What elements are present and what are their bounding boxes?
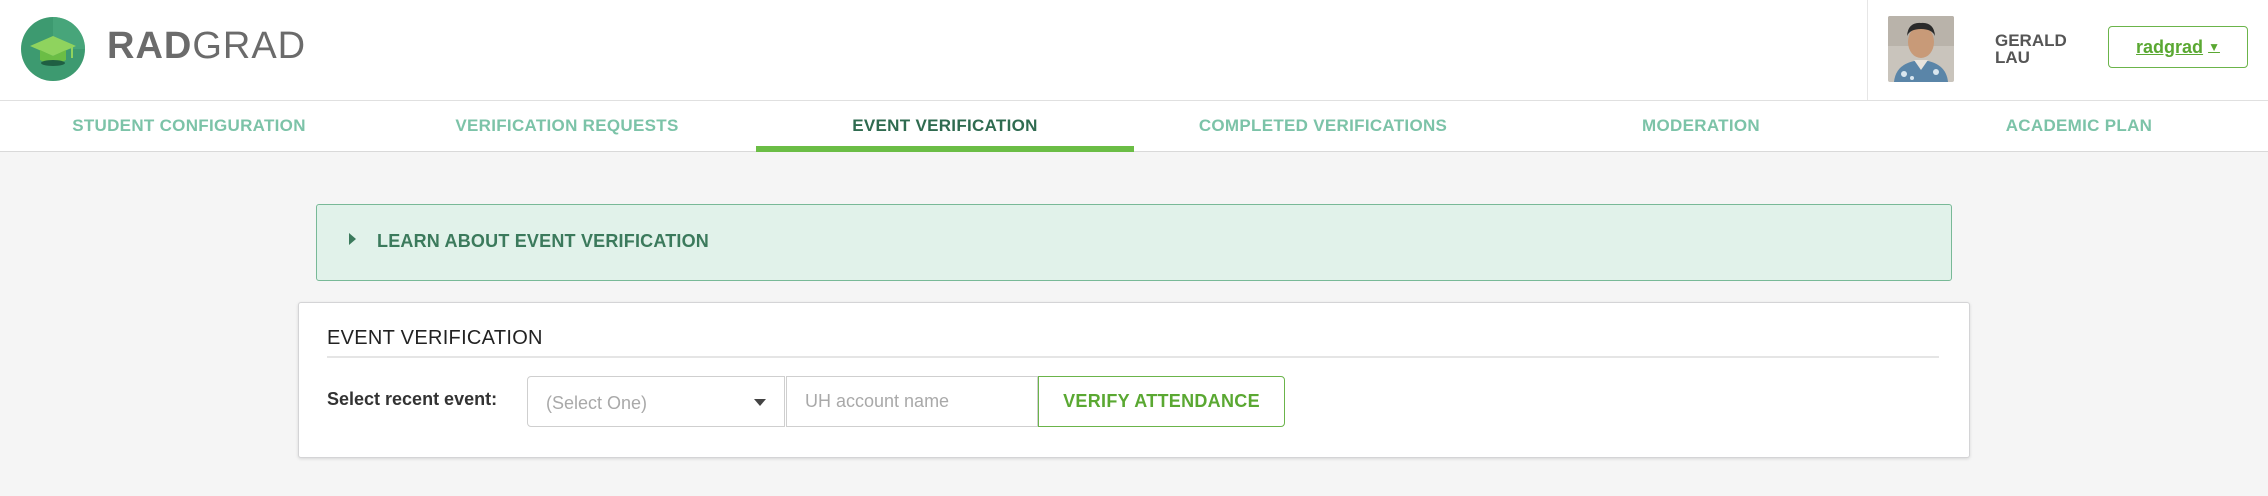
event-verification-card: EVENT VERIFICATION Select recent event: … [298, 302, 1970, 458]
tab-moderation[interactable]: MODERATION [1512, 101, 1890, 151]
main-tab-bar: STUDENT CONFIGURATION VERIFICATION REQUE… [0, 101, 2268, 152]
select-event-label: Select recent event: [327, 389, 498, 409]
learn-about-title: LEARN ABOUT EVENT VERIFICATION [377, 231, 710, 251]
user-menu-label: radgrad [2136, 36, 2204, 57]
caret-down-icon: ▼ [2208, 40, 2220, 54]
brand-name-bold: RAD [107, 25, 193, 67]
recent-event-select[interactable]: (Select One) [527, 376, 785, 427]
dropdown-arrow-icon [754, 399, 766, 406]
tab-completed-verifications[interactable]: COMPLETED VERIFICATIONS [1134, 101, 1512, 151]
header-divider [1867, 0, 1868, 100]
learn-about-accordion[interactable]: LEARN ABOUT EVENT VERIFICATION [316, 204, 1952, 281]
verify-attendance-button[interactable]: VERIFY ATTENDANCE [1038, 376, 1285, 427]
tab-verification-requests[interactable]: VERIFICATION REQUESTS [378, 101, 756, 151]
caret-right-icon [349, 233, 356, 245]
user-menu-button[interactable]: radgrad ▼ [2108, 26, 2248, 68]
uh-account-name-input[interactable] [786, 376, 1038, 427]
tab-event-verification[interactable]: EVENT VERIFICATION [756, 101, 1134, 152]
brand-name[interactable]: RADGRAD [107, 22, 306, 70]
top-header: RADGRAD GERALD LAU radgrad ▼ [0, 0, 2268, 101]
radgrad-logo-icon[interactable] [20, 16, 86, 82]
tab-academic-plan[interactable]: ACADEMIC PLAN [1890, 101, 2268, 151]
card-divider [327, 356, 1939, 358]
brand-name-light: GRAD [192, 25, 307, 67]
recent-event-select-value: (Select One) [546, 393, 648, 413]
user-name: GERALD LAU [1995, 31, 2067, 67]
user-avatar [1888, 16, 1954, 82]
card-title: EVENT VERIFICATION [327, 327, 543, 349]
tab-student-configuration[interactable]: STUDENT CONFIGURATION [0, 101, 378, 151]
